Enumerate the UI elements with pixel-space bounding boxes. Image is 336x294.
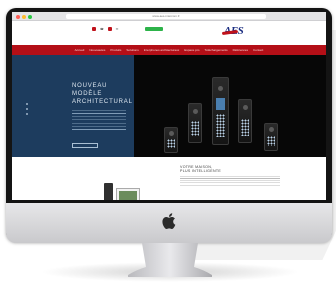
slider-dot[interactable] — [26, 103, 28, 105]
email-label: ✉ — [115, 27, 119, 31]
hero-cta-button[interactable] — [72, 143, 98, 148]
nav-item[interactable]: Solutions — [126, 48, 138, 52]
hero-title: NOUVEAU MODÈLE ARCHITECTURAL — [72, 82, 132, 106]
keypad — [191, 121, 199, 137]
keypad — [216, 114, 225, 138]
intercom-panel — [188, 103, 202, 143]
address-bar[interactable]: www.aes-intercom.fr — [66, 14, 266, 19]
nav-item[interactable]: Produits — [110, 48, 121, 52]
keypad — [267, 135, 275, 147]
video-monitor-image — [116, 188, 140, 200]
slider-dot[interactable] — [26, 108, 28, 110]
email-icon — [107, 27, 112, 31]
main-navigation: Accueil Nouveautés Produits Solutions Interp… — [12, 45, 326, 55]
intercom-panel — [164, 127, 178, 153]
outdoor-station-image — [104, 183, 113, 200]
hero-section: NOUVEAU MODÈLE ARCHITECTURAL — [12, 55, 326, 157]
apple-logo-icon — [162, 213, 176, 229]
browser-toolbar: www.aes-intercom.fr — [12, 12, 326, 21]
phone-icon — [92, 27, 96, 31]
nav-item[interactable]: Téléchargements — [204, 48, 227, 52]
minimize-window-button[interactable] — [22, 15, 26, 19]
imac-stand — [128, 243, 212, 277]
slider-dot[interactable] — [26, 113, 28, 115]
nav-item[interactable]: Nouveautés — [89, 48, 105, 52]
imac-screen: www.aes-intercom.fr ☎ ✉ AES Accueil Nouve… — [12, 12, 326, 200]
nav-item[interactable]: Interphones architecturaux — [144, 48, 180, 52]
panel-display — [215, 97, 226, 110]
camera-lens — [268, 127, 274, 133]
nav-item[interactable]: Références — [233, 48, 248, 52]
close-window-button[interactable] — [16, 15, 20, 19]
callback-badge[interactable] — [145, 27, 163, 31]
site-header: ☎ ✉ AES — [12, 21, 326, 45]
intercom-panel — [212, 77, 229, 145]
camera-lens — [168, 130, 174, 136]
slider-dots[interactable] — [26, 103, 28, 117]
keypad — [241, 118, 249, 136]
content-section: VOTRE MAISON, PLUS INTELLIGENTE — [12, 157, 326, 200]
maximize-window-button[interactable] — [28, 15, 32, 19]
hero-title-line1: NOUVEAU MODÈLE — [72, 83, 108, 97]
keypad — [167, 138, 175, 149]
nav-item[interactable]: Accueil — [75, 48, 85, 52]
camera-lens — [242, 105, 248, 111]
camera-lens — [192, 108, 198, 114]
content-paragraph — [180, 176, 280, 186]
hero-text-panel: NOUVEAU MODÈLE ARCHITECTURAL — [12, 55, 134, 157]
content-title-line2: PLUS INTELLIGENTE — [180, 169, 222, 174]
intercom-panel — [264, 123, 278, 151]
site-logo[interactable]: AES — [221, 25, 258, 37]
camera-lens — [218, 85, 223, 91]
hero-description — [72, 110, 126, 132]
phone-label: ☎ — [100, 27, 104, 31]
hero-title-line2: ARCHITECTURAL — [72, 99, 133, 105]
intercom-panel — [238, 99, 252, 143]
nav-item[interactable]: Espace pro — [184, 48, 199, 52]
nav-item[interactable]: Contact — [253, 48, 263, 52]
content-title: VOTRE MAISON, PLUS INTELLIGENTE — [180, 165, 280, 174]
contact-info: ☎ ✉ — [92, 27, 118, 31]
